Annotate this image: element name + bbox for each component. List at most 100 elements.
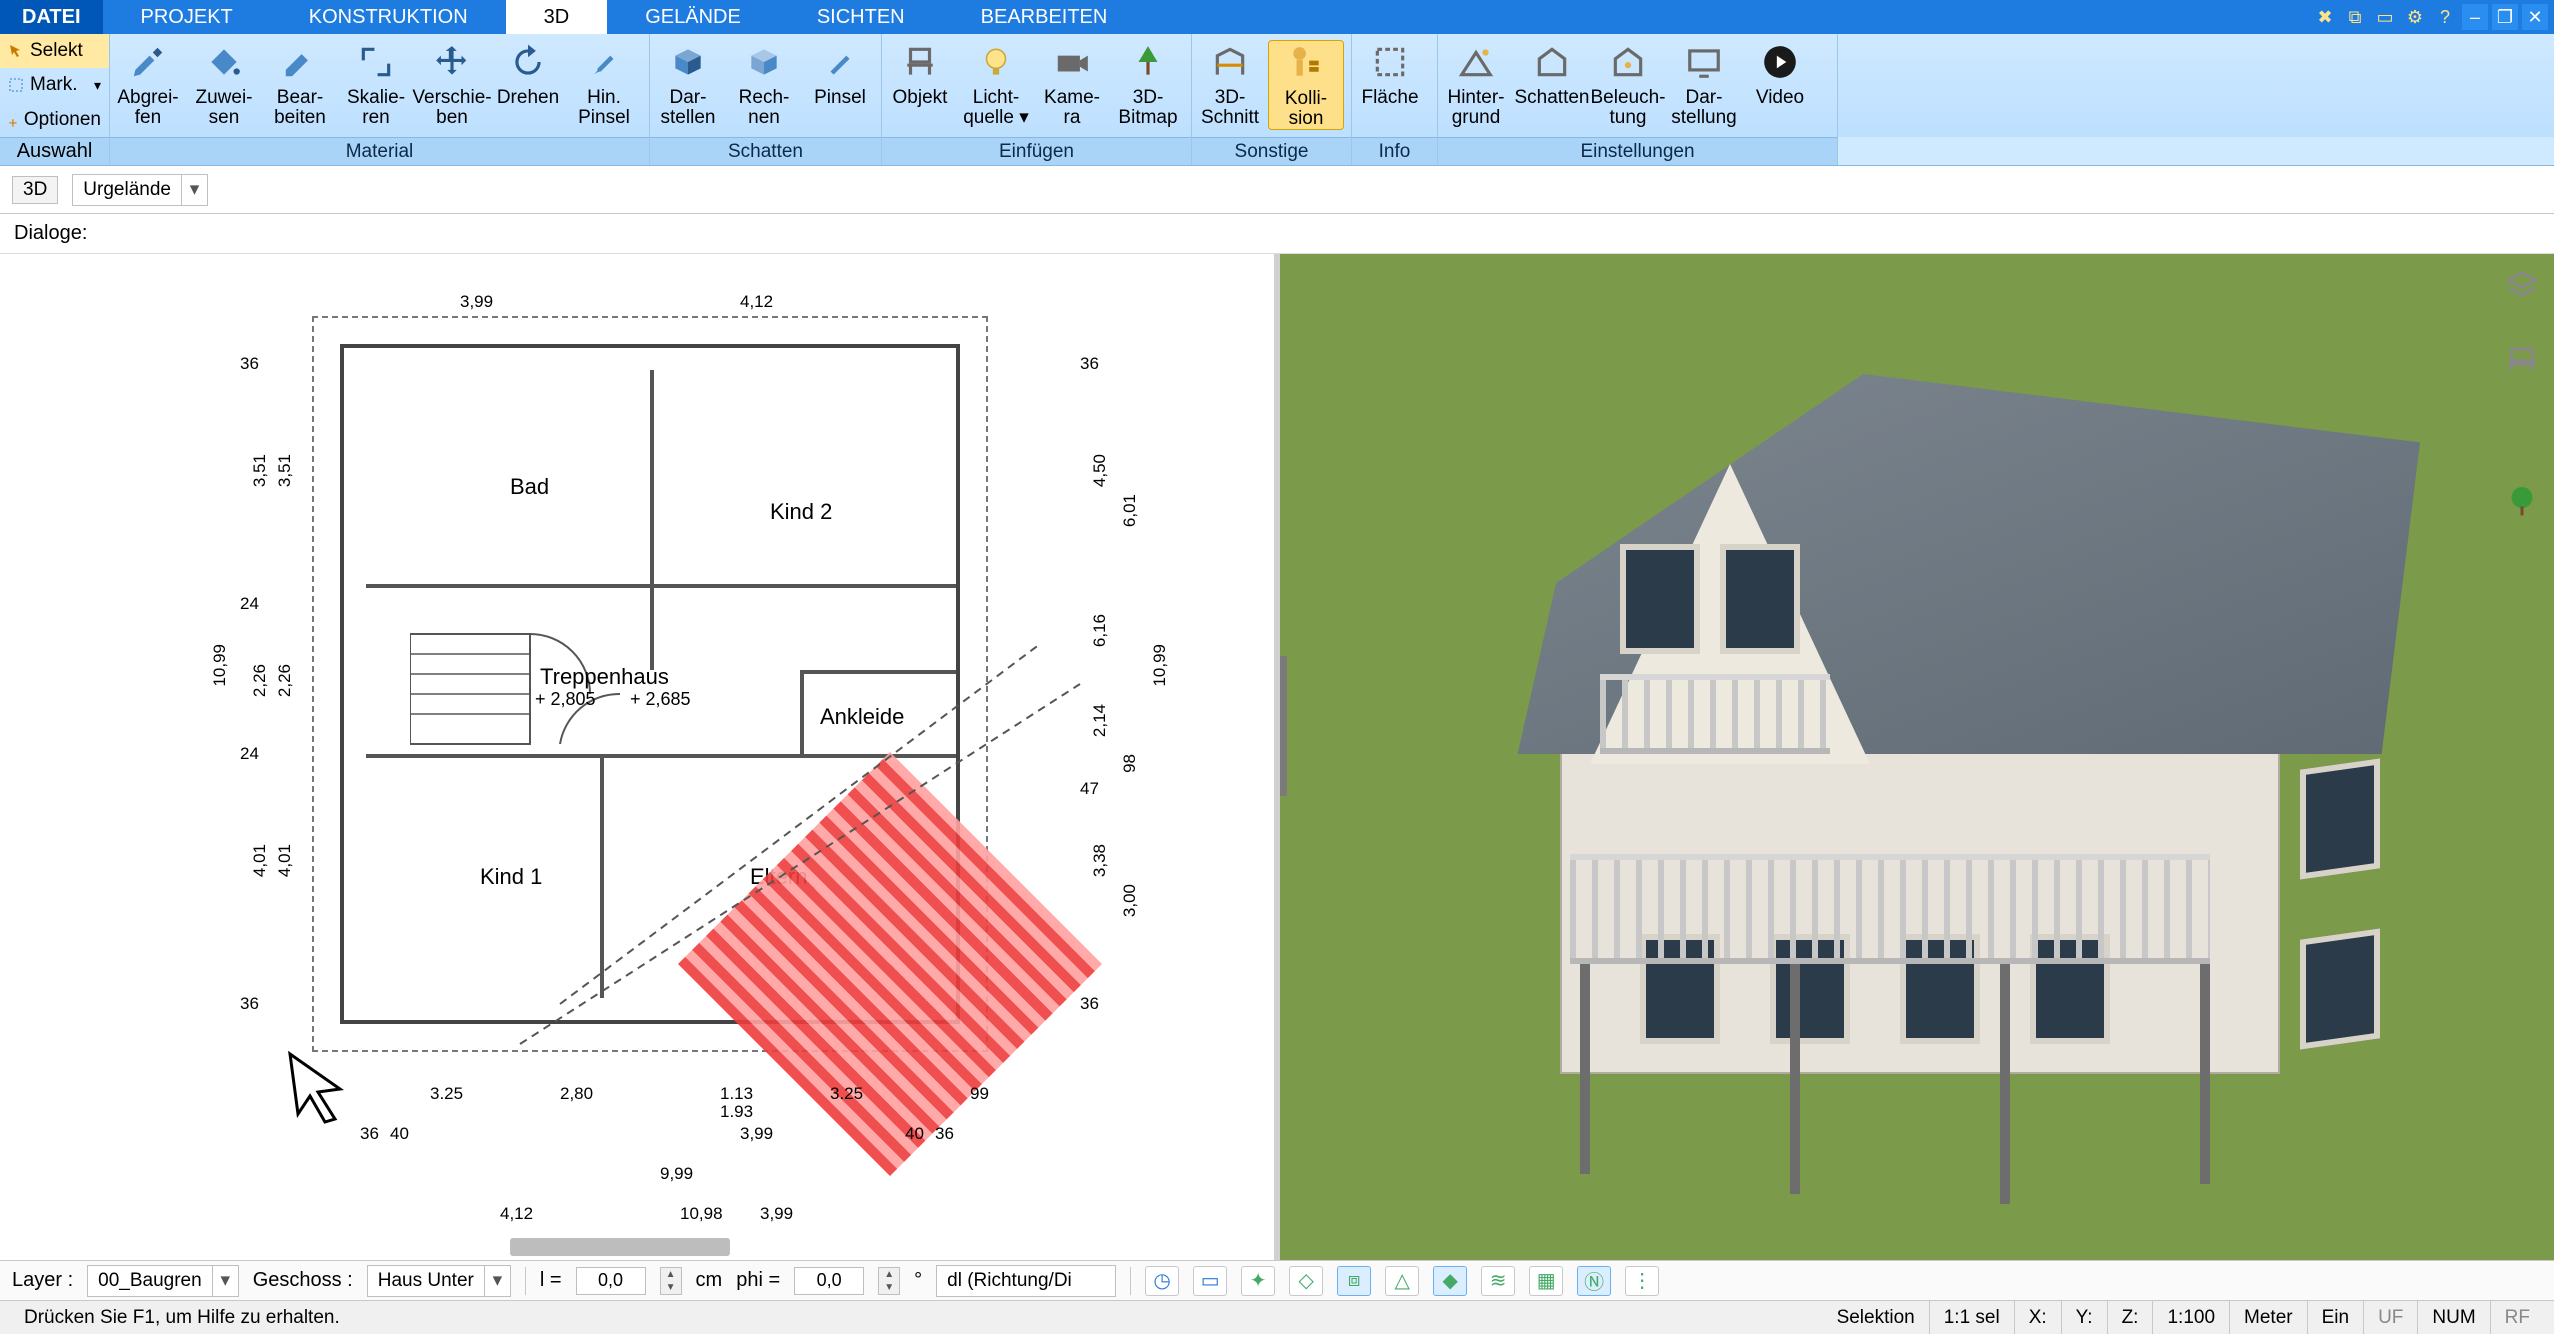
dl-combo[interactable]: dl (Richtung/Di bbox=[936, 1265, 1116, 1297]
chevron-down-icon: ▾ bbox=[181, 175, 207, 205]
geschoss-combo[interactable]: Haus Unter▾ bbox=[367, 1265, 511, 1297]
osnap6-icon[interactable]: ≋ bbox=[1481, 1266, 1515, 1296]
dim: 40 bbox=[905, 1124, 924, 1144]
view-3d[interactable] bbox=[1280, 254, 2554, 1260]
cmd-flaeche[interactable]: Fläche bbox=[1352, 40, 1428, 108]
cmd-objekt[interactable]: Objekt bbox=[882, 40, 958, 108]
north-icon[interactable]: Ⓝ bbox=[1577, 1266, 1611, 1296]
layer-combo[interactable]: 00_Baugren▾ bbox=[87, 1265, 239, 1297]
camera-icon bbox=[1050, 40, 1094, 84]
status-ratio: 1:1 sel bbox=[1930, 1301, 2015, 1334]
status-selektion: Selektion bbox=[1823, 1301, 1930, 1334]
screen2-icon[interactable]: ▭ bbox=[1193, 1266, 1227, 1296]
cmd-schatten-set[interactable]: Schatten bbox=[1514, 40, 1590, 108]
help-icon[interactable]: ? bbox=[2432, 4, 2458, 30]
cmd-beleuchtung[interactable]: Beleuch-tung bbox=[1590, 40, 1666, 128]
cmd-skalieren[interactable]: Skalie-ren bbox=[338, 40, 414, 128]
phi-input[interactable] bbox=[794, 1267, 864, 1295]
view-2d[interactable]: Bad Kind 2 Treppenhaus Ankleide Kind 1 E… bbox=[0, 254, 1280, 1260]
terrain-combo[interactable]: Urgelände ▾ bbox=[72, 174, 208, 206]
tab-projekt[interactable]: PROJEKT bbox=[103, 0, 271, 34]
minimize-button[interactable]: – bbox=[2462, 4, 2488, 30]
dialoge-label: Dialoge: bbox=[14, 222, 87, 245]
dim: 1.93 bbox=[720, 1102, 753, 1122]
lighting-icon bbox=[1606, 40, 1650, 84]
room-kind1: Kind 1 bbox=[480, 864, 542, 890]
cmd-3dschnitt[interactable]: 3D-Schnitt bbox=[1192, 40, 1268, 128]
osnap2-icon[interactable]: ◇ bbox=[1289, 1266, 1323, 1296]
cmd-hinpinsel[interactable]: Hin.Pinsel bbox=[566, 40, 642, 128]
optionen-button[interactable]: Optionen bbox=[0, 103, 109, 137]
cmd-verschieben[interactable]: Verschie-ben bbox=[414, 40, 490, 128]
osnap5-icon[interactable]: ◆ bbox=[1433, 1266, 1467, 1296]
selekt-button[interactable]: Selekt bbox=[0, 34, 109, 68]
cmd-hintergrund[interactable]: Hinter-grund bbox=[1438, 40, 1514, 128]
chevron-down-icon: ▾ bbox=[484, 1266, 510, 1296]
status-bar: Drücken Sie F1, um Hilfe zu erhalten. Se… bbox=[0, 1300, 2554, 1334]
osnap1-icon[interactable]: ✦ bbox=[1241, 1266, 1275, 1296]
l-input[interactable] bbox=[576, 1267, 646, 1295]
l-spin[interactable]: ▲▼ bbox=[660, 1267, 682, 1295]
osnap3-icon[interactable]: ⧈ bbox=[1337, 1266, 1371, 1296]
status-x: X: bbox=[2015, 1301, 2062, 1334]
clock-icon[interactable]: ◷ bbox=[1145, 1266, 1179, 1296]
phi-spin[interactable]: ▲▼ bbox=[878, 1267, 900, 1295]
status-num: NUM bbox=[2418, 1301, 2490, 1334]
close-button[interactable]: ✕ bbox=[2522, 4, 2548, 30]
cmd-3dbitmap[interactable]: 3D-Bitmap bbox=[1110, 40, 1186, 128]
background-icon bbox=[1454, 40, 1498, 84]
cmd-darstellung[interactable]: Dar-stellung bbox=[1666, 40, 1742, 128]
maximize-button[interactable]: ❐ bbox=[2492, 4, 2518, 30]
bottom-option-bar: Layer : 00_Baugren▾ Geschoss : Haus Unte… bbox=[0, 1260, 2554, 1300]
osnap4-icon[interactable]: △ bbox=[1385, 1266, 1419, 1296]
chevron-down-icon: ▾ bbox=[212, 1266, 238, 1296]
cmd-drehen[interactable]: Drehen bbox=[490, 40, 566, 108]
collision-icon bbox=[1284, 41, 1328, 85]
group-sonstige-label: Sonstige bbox=[1192, 137, 1351, 165]
cmd-kollision[interactable]: Kolli-sion bbox=[1268, 40, 1344, 130]
cmd-zuweisen[interactable]: Zuwei-sen bbox=[186, 40, 262, 128]
dim: 24 bbox=[240, 744, 259, 764]
tab-bearbeiten[interactable]: BEARBEITEN bbox=[943, 0, 1146, 34]
more-icon[interactable]: ⋮ bbox=[1625, 1266, 1659, 1296]
furniture-icon[interactable] bbox=[2500, 336, 2544, 380]
tab-gelaende[interactable]: GELÄNDE bbox=[607, 0, 779, 34]
mark-button[interactable]: Mark. ▾ bbox=[0, 68, 109, 102]
materials-icon[interactable] bbox=[2500, 408, 2544, 452]
cmd-darstellen[interactable]: Dar-stellen bbox=[650, 40, 726, 128]
tab-konstruktion[interactable]: KONSTRUKTION bbox=[271, 0, 506, 34]
cmd-abgreifen[interactable]: Abgrei-fen bbox=[110, 40, 186, 128]
cmd-video[interactable]: Video bbox=[1742, 40, 1818, 108]
tree-tool-icon[interactable] bbox=[2500, 480, 2544, 524]
cmd-bearbeiten[interactable]: Bear-beiten bbox=[262, 40, 338, 128]
cmd-pinsel-shadow[interactable]: Pinsel bbox=[802, 40, 878, 108]
screen-icon[interactable]: ⧉ bbox=[2342, 4, 2368, 30]
splitter-handle[interactable] bbox=[1280, 656, 1287, 796]
group-info: Fläche Info bbox=[1352, 34, 1438, 165]
group-schatten: Dar-stellen Rech-nen Pinsel Schatten bbox=[650, 34, 882, 165]
mode-badge[interactable]: 3D bbox=[12, 176, 58, 204]
status-unit: Meter bbox=[2230, 1301, 2308, 1334]
dim: 6,16 bbox=[1090, 614, 1110, 647]
group-sonstige: 3D-Schnitt Kolli-sion Sonstige bbox=[1192, 34, 1352, 165]
cmd-kamera[interactable]: Kame-ra bbox=[1034, 40, 1110, 128]
big-cursor-icon bbox=[280, 1044, 360, 1124]
l-label: l = bbox=[540, 1269, 562, 1292]
tab-sichten[interactable]: SICHTEN bbox=[779, 0, 943, 34]
tree-icon bbox=[1126, 40, 1170, 84]
mark-icon bbox=[8, 77, 24, 93]
status-rf: RF bbox=[2491, 1301, 2544, 1334]
tools-icon[interactable]: ✖ bbox=[2312, 4, 2338, 30]
group-einfuegen: Objekt Licht-quelle ▾ Kame-ra 3D-Bitmap … bbox=[882, 34, 1192, 165]
cmd-lichtquelle[interactable]: Licht-quelle ▾ bbox=[958, 40, 1034, 128]
tab-datei[interactable]: DATEI bbox=[0, 0, 103, 34]
tab-3d[interactable]: 3D bbox=[506, 0, 608, 34]
cmd-rechnen[interactable]: Rech-nen bbox=[726, 40, 802, 128]
layers-icon[interactable] bbox=[2500, 264, 2544, 308]
scrollbar-horizontal[interactable] bbox=[510, 1238, 730, 1256]
grid-icon[interactable]: ▦ bbox=[1529, 1266, 1563, 1296]
ribbon-left-panel: Selekt Mark. ▾ Optionen Auswahl bbox=[0, 34, 110, 165]
window-icon[interactable]: ▭ bbox=[2372, 4, 2398, 30]
settings-icon[interactable]: ⚙ bbox=[2402, 4, 2428, 30]
dim: 99 bbox=[970, 1084, 989, 1104]
